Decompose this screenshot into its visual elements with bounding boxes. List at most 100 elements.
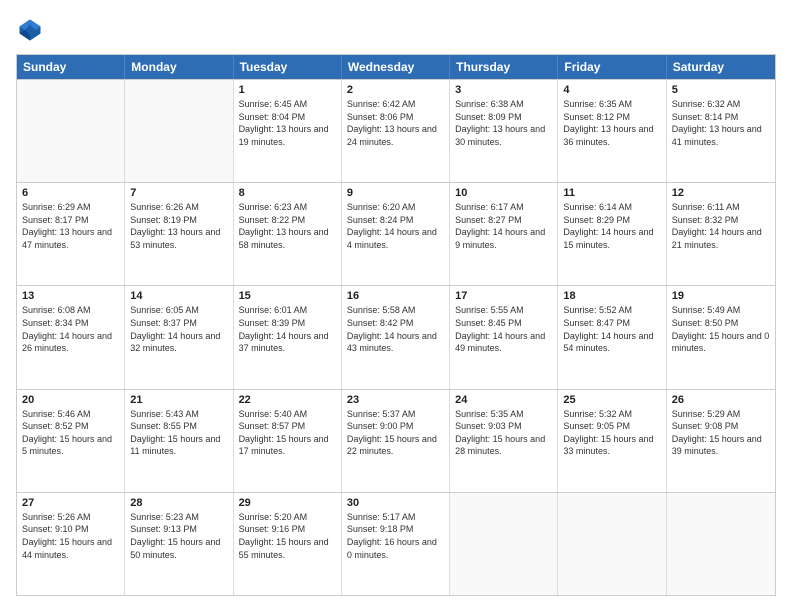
calendar: SundayMondayTuesdayWednesdayThursdayFrid… [16, 54, 776, 596]
cell-detail: Sunrise: 6:01 AM Sunset: 8:39 PM Dayligh… [239, 304, 336, 354]
cell-detail: Sunrise: 5:58 AM Sunset: 8:42 PM Dayligh… [347, 304, 444, 354]
day-number: 2 [347, 84, 444, 96]
cal-cell-3-5: 17 Sunrise: 5:55 AM Sunset: 8:45 PM Dayli… [450, 286, 558, 388]
cell-detail: Sunrise: 5:49 AM Sunset: 8:50 PM Dayligh… [672, 304, 770, 354]
week-row-3: 13 Sunrise: 6:08 AM Sunset: 8:34 PM Dayli… [17, 285, 775, 388]
cal-cell-1-2 [125, 80, 233, 182]
header-day-sunday: Sunday [17, 55, 125, 79]
day-number: 6 [22, 187, 119, 199]
cal-cell-5-7 [667, 493, 775, 595]
cal-cell-2-1: 6 Sunrise: 6:29 AM Sunset: 8:17 PM Daylig… [17, 183, 125, 285]
cell-detail: Sunrise: 5:55 AM Sunset: 8:45 PM Dayligh… [455, 304, 552, 354]
cell-detail: Sunrise: 6:35 AM Sunset: 8:12 PM Dayligh… [563, 98, 660, 148]
cal-cell-5-3: 29 Sunrise: 5:20 AM Sunset: 9:16 PM Dayli… [234, 493, 342, 595]
cell-detail: Sunrise: 6:17 AM Sunset: 8:27 PM Dayligh… [455, 201, 552, 251]
cal-cell-3-3: 15Sunrise: 6:01 AM Sunset: 8:39 PM Dayli… [234, 286, 342, 388]
logo-icon [16, 16, 44, 44]
cal-cell-4-7: 26Sunrise: 5:29 AM Sunset: 9:08 PM Dayli… [667, 390, 775, 492]
day-number: 14 [130, 290, 227, 302]
header-day-saturday: Saturday [667, 55, 775, 79]
cell-detail: Sunrise: 5:40 AM Sunset: 8:57 PM Dayligh… [239, 408, 336, 458]
cal-cell-2-7: 12 Sunrise: 6:11 AM Sunset: 8:32 PM Dayli… [667, 183, 775, 285]
cell-detail: Sunrise: 6:08 AM Sunset: 8:34 PM Dayligh… [22, 304, 119, 354]
day-number: 23 [347, 394, 444, 406]
day-number: 1 [239, 84, 336, 96]
cal-cell-1-6: 4 Sunrise: 6:35 AM Sunset: 8:12 PM Daylig… [558, 80, 666, 182]
calendar-header-row: SundayMondayTuesdayWednesdayThursdayFrid… [17, 55, 775, 79]
day-number: 18 [563, 290, 660, 302]
cell-detail: Sunrise: 6:20 AM Sunset: 8:24 PM Dayligh… [347, 201, 444, 251]
day-number: 8 [239, 187, 336, 199]
cal-cell-5-4: 30 Sunrise: 5:17 AM Sunset: 9:18 PM Dayli… [342, 493, 450, 595]
cal-cell-5-2: 28Sunrise: 5:23 AM Sunset: 9:13 PM Dayli… [125, 493, 233, 595]
day-number: 17 [455, 290, 552, 302]
cal-cell-4-6: 25 Sunrise: 5:32 AM Sunset: 9:05 PM Dayli… [558, 390, 666, 492]
day-number: 4 [563, 84, 660, 96]
page: SundayMondayTuesdayWednesdayThursdayFrid… [0, 0, 792, 612]
week-row-1: 1Sunrise: 6:45 AM Sunset: 8:04 PM Daylig… [17, 79, 775, 182]
cal-cell-5-1: 27 Sunrise: 5:26 AM Sunset: 9:10 PM Dayli… [17, 493, 125, 595]
cell-detail: Sunrise: 5:17 AM Sunset: 9:18 PM Dayligh… [347, 511, 444, 561]
week-row-5: 27 Sunrise: 5:26 AM Sunset: 9:10 PM Dayli… [17, 492, 775, 595]
day-number: 19 [672, 290, 770, 302]
calendar-body: 1Sunrise: 6:45 AM Sunset: 8:04 PM Daylig… [17, 79, 775, 595]
cal-cell-1-3: 1Sunrise: 6:45 AM Sunset: 8:04 PM Daylig… [234, 80, 342, 182]
cal-cell-4-3: 22 Sunrise: 5:40 AM Sunset: 8:57 PM Dayli… [234, 390, 342, 492]
cell-detail: Sunrise: 5:35 AM Sunset: 9:03 PM Dayligh… [455, 408, 552, 458]
cell-detail: Sunrise: 6:14 AM Sunset: 8:29 PM Dayligh… [563, 201, 660, 251]
cal-cell-2-5: 10 Sunrise: 6:17 AM Sunset: 8:27 PM Dayli… [450, 183, 558, 285]
cell-detail: Sunrise: 6:38 AM Sunset: 8:09 PM Dayligh… [455, 98, 552, 148]
week-row-4: 20 Sunrise: 5:46 AM Sunset: 8:52 PM Dayli… [17, 389, 775, 492]
cal-cell-1-4: 2 Sunrise: 6:42 AM Sunset: 8:06 PM Daylig… [342, 80, 450, 182]
logo [16, 16, 48, 44]
cal-cell-4-4: 23 Sunrise: 5:37 AM Sunset: 9:00 PM Dayli… [342, 390, 450, 492]
day-number: 25 [563, 394, 660, 406]
cell-detail: Sunrise: 6:29 AM Sunset: 8:17 PM Dayligh… [22, 201, 119, 251]
day-number: 24 [455, 394, 552, 406]
header-day-thursday: Thursday [450, 55, 558, 79]
cal-cell-1-5: 3 Sunrise: 6:38 AM Sunset: 8:09 PM Daylig… [450, 80, 558, 182]
cal-cell-3-1: 13 Sunrise: 6:08 AM Sunset: 8:34 PM Dayli… [17, 286, 125, 388]
day-number: 9 [347, 187, 444, 199]
cal-cell-3-2: 14 Sunrise: 6:05 AM Sunset: 8:37 PM Dayli… [125, 286, 233, 388]
day-number: 16 [347, 290, 444, 302]
header-day-friday: Friday [558, 55, 666, 79]
header-day-monday: Monday [125, 55, 233, 79]
cell-detail: Sunrise: 6:32 AM Sunset: 8:14 PM Dayligh… [672, 98, 770, 148]
cal-cell-5-5 [450, 493, 558, 595]
cell-detail: Sunrise: 5:20 AM Sunset: 9:16 PM Dayligh… [239, 511, 336, 561]
cell-detail: Sunrise: 5:32 AM Sunset: 9:05 PM Dayligh… [563, 408, 660, 458]
cell-detail: Sunrise: 5:43 AM Sunset: 8:55 PM Dayligh… [130, 408, 227, 458]
cal-cell-2-3: 8 Sunrise: 6:23 AM Sunset: 8:22 PM Daylig… [234, 183, 342, 285]
day-number: 30 [347, 497, 444, 509]
cal-cell-1-1 [17, 80, 125, 182]
header-day-tuesday: Tuesday [234, 55, 342, 79]
cell-detail: Sunrise: 5:37 AM Sunset: 9:00 PM Dayligh… [347, 408, 444, 458]
cell-detail: Sunrise: 5:23 AM Sunset: 9:13 PM Dayligh… [130, 511, 227, 561]
day-number: 7 [130, 187, 227, 199]
cell-detail: Sunrise: 5:26 AM Sunset: 9:10 PM Dayligh… [22, 511, 119, 561]
day-number: 29 [239, 497, 336, 509]
day-number: 27 [22, 497, 119, 509]
day-number: 3 [455, 84, 552, 96]
cell-detail: Sunrise: 5:52 AM Sunset: 8:47 PM Dayligh… [563, 304, 660, 354]
header [16, 16, 776, 44]
cal-cell-1-7: 5Sunrise: 6:32 AM Sunset: 8:14 PM Daylig… [667, 80, 775, 182]
cell-detail: Sunrise: 6:05 AM Sunset: 8:37 PM Dayligh… [130, 304, 227, 354]
day-number: 12 [672, 187, 770, 199]
cell-detail: Sunrise: 6:23 AM Sunset: 8:22 PM Dayligh… [239, 201, 336, 251]
cal-cell-4-2: 21Sunrise: 5:43 AM Sunset: 8:55 PM Dayli… [125, 390, 233, 492]
day-number: 26 [672, 394, 770, 406]
day-number: 22 [239, 394, 336, 406]
cell-detail: Sunrise: 5:46 AM Sunset: 8:52 PM Dayligh… [22, 408, 119, 458]
day-number: 10 [455, 187, 552, 199]
day-number: 13 [22, 290, 119, 302]
cell-detail: Sunrise: 6:26 AM Sunset: 8:19 PM Dayligh… [130, 201, 227, 251]
cal-cell-3-6: 18 Sunrise: 5:52 AM Sunset: 8:47 PM Dayli… [558, 286, 666, 388]
cell-detail: Sunrise: 6:42 AM Sunset: 8:06 PM Dayligh… [347, 98, 444, 148]
cal-cell-5-6 [558, 493, 666, 595]
cal-cell-2-2: 7 Sunrise: 6:26 AM Sunset: 8:19 PM Daylig… [125, 183, 233, 285]
day-number: 20 [22, 394, 119, 406]
cal-cell-3-4: 16 Sunrise: 5:58 AM Sunset: 8:42 PM Dayli… [342, 286, 450, 388]
cell-detail: Sunrise: 6:11 AM Sunset: 8:32 PM Dayligh… [672, 201, 770, 251]
